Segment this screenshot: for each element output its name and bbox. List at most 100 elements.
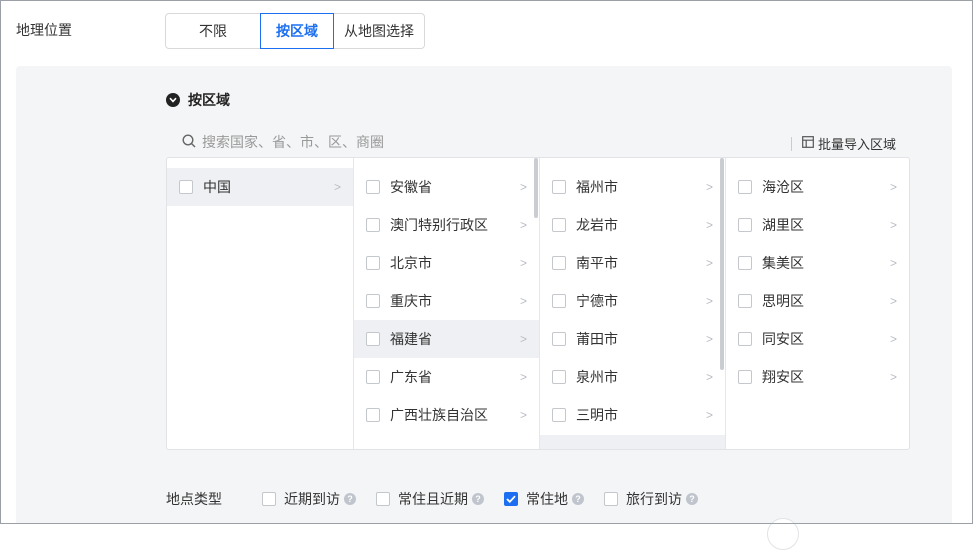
- region-section-title-text: 按区域: [188, 92, 230, 108]
- checkbox[interactable]: [738, 256, 752, 270]
- chevron-right-icon: >: [705, 408, 713, 422]
- checkbox[interactable]: [366, 408, 380, 422]
- cascader-option[interactable]: 海沧区 >: [726, 168, 909, 206]
- cascader-option[interactable]: 翔安区 >: [726, 358, 909, 396]
- location-type-label: 地点类型: [166, 491, 222, 507]
- checkbox[interactable]: [376, 492, 390, 506]
- chevron-right-icon: >: [519, 332, 527, 346]
- cascader-option[interactable]: 湖里区 >: [726, 206, 909, 244]
- location-type-resident-recent[interactable]: 常住且近期 ?: [376, 489, 484, 509]
- checkbox[interactable]: [552, 180, 566, 194]
- checkbox[interactable]: [738, 218, 752, 232]
- checkbox[interactable]: [366, 256, 380, 270]
- cascader-option[interactable]: 重庆市 >: [354, 282, 539, 320]
- cascader-option[interactable]: 莆田市 >: [540, 320, 725, 358]
- checkbox[interactable]: [366, 332, 380, 346]
- cascader-option[interactable]: 南平市 >: [540, 244, 725, 282]
- checkbox[interactable]: [366, 370, 380, 384]
- option-label: 三明市: [576, 407, 618, 423]
- cascader-option[interactable]: 思明区 >: [726, 282, 909, 320]
- cascader-option[interactable]: 广东省 >: [354, 358, 539, 396]
- option-label: 福州市: [576, 179, 618, 195]
- checkbox[interactable]: [179, 180, 193, 194]
- option-label: 集美区: [762, 255, 804, 271]
- cascader-option[interactable]: 福州市 >: [540, 168, 725, 206]
- option-label: 南平市: [576, 255, 618, 271]
- search-icon: [182, 133, 202, 151]
- option-label: 宁德市: [576, 293, 618, 309]
- region-panel: 按区域 搜索国家、省、市、区、商圈 批量导入区域 中国 > 安徽省 > 澳门特别行…: [16, 66, 952, 524]
- cascader-column-city: 福州市 > 龙岩市 > 南平市 > 宁德市 > 莆田市 > 泉州市 > 三明市 >: [540, 158, 726, 449]
- cascader-option[interactable]: 北京市 >: [354, 244, 539, 282]
- cascader-option[interactable]: 同安区 >: [726, 320, 909, 358]
- checkbox[interactable]: [366, 218, 380, 232]
- collapse-chevron-icon: [166, 93, 180, 107]
- cascader-option[interactable]: 澳门特别行政区 >: [354, 206, 539, 244]
- scrollbar[interactable]: [534, 158, 538, 218]
- checkbox[interactable]: [552, 332, 566, 346]
- checkbox[interactable]: [738, 294, 752, 308]
- cascader-option[interactable]: 广西壮族自治区 >: [354, 396, 539, 434]
- option-label: 泉州市: [576, 369, 618, 385]
- option-label: 湖里区: [762, 217, 804, 233]
- option-label: 旅行到访: [626, 491, 682, 507]
- option-label: 北京市: [390, 255, 432, 271]
- option-label: 常住地: [526, 491, 568, 507]
- cascader-option[interactable]: 集美区 >: [726, 244, 909, 282]
- help-circle-icon[interactable]: ?: [344, 493, 356, 505]
- cascader-option[interactable]: 中国 >: [167, 168, 353, 206]
- chevron-right-icon: >: [705, 294, 713, 308]
- checkbox-checked[interactable]: [504, 492, 518, 506]
- checkbox[interactable]: [552, 256, 566, 270]
- checkbox[interactable]: [552, 294, 566, 308]
- checkbox[interactable]: [366, 180, 380, 194]
- chevron-right-icon: >: [889, 256, 897, 270]
- batch-import-button[interactable]: 批量导入区域: [790, 134, 896, 153]
- chevron-right-icon: >: [519, 294, 527, 308]
- chevron-right-icon: >: [519, 370, 527, 384]
- geo-location-label: 地理位置: [16, 22, 72, 38]
- checkbox[interactable]: [738, 180, 752, 194]
- location-type-resident[interactable]: 常住地 ?: [504, 489, 584, 509]
- cascader-option[interactable]: 龙岩市 >: [540, 206, 725, 244]
- checkmark-icon: [506, 495, 516, 503]
- region-search-input[interactable]: 搜索国家、省、市、区、商圈: [202, 132, 384, 152]
- help-circle-icon[interactable]: ?: [572, 493, 584, 505]
- checkbox[interactable]: [552, 408, 566, 422]
- checkbox[interactable]: [738, 370, 752, 384]
- option-label: 澳门特别行政区: [390, 217, 488, 233]
- help-circle-icon[interactable]: ?: [686, 493, 698, 505]
- chevron-right-icon: >: [705, 370, 713, 384]
- checkbox[interactable]: [738, 332, 752, 346]
- floating-button-peek[interactable]: [767, 518, 799, 550]
- option-label: 广东省: [390, 369, 432, 385]
- table-icon: [802, 136, 818, 151]
- help-circle-icon[interactable]: ?: [472, 493, 484, 505]
- cascader-option[interactable]: 宁德市 >: [540, 282, 725, 320]
- geo-option-unlimited[interactable]: 不限: [165, 13, 261, 49]
- option-label: 龙岩市: [576, 217, 618, 233]
- region-section-title[interactable]: 按区域: [166, 90, 230, 110]
- region-search[interactable]: 搜索国家、省、市、区、商圈: [182, 132, 384, 152]
- scrollbar[interactable]: [720, 158, 724, 370]
- cascader-column-district: 海沧区 > 湖里区 > 集美区 > 思明区 > 同安区 > 翔安区 >: [726, 158, 909, 449]
- location-type-row: 地点类型 近期到访 ? 常住且近期 ? 常住地 ? 旅行到访 ?: [166, 489, 718, 509]
- checkbox[interactable]: [552, 370, 566, 384]
- cascader-option[interactable]: 安徽省 >: [354, 168, 539, 206]
- option-label: 重庆市: [390, 293, 432, 309]
- checkbox[interactable]: [552, 218, 566, 232]
- checkbox[interactable]: [604, 492, 618, 506]
- chevron-right-icon: >: [889, 370, 897, 384]
- location-type-recent-visit[interactable]: 近期到访 ?: [262, 489, 356, 509]
- option-label: 海沧区: [762, 179, 804, 195]
- cascader-option[interactable]: 福建省 >: [354, 320, 539, 358]
- next-option-peek: [540, 435, 725, 449]
- location-type-travel-visit[interactable]: 旅行到访 ?: [604, 489, 698, 509]
- cascader-option[interactable]: 三明市 >: [540, 396, 725, 434]
- geo-option-by-region[interactable]: 按区域: [260, 13, 334, 49]
- checkbox[interactable]: [262, 492, 276, 506]
- chevron-right-icon: >: [519, 408, 527, 422]
- cascader-option[interactable]: 泉州市 >: [540, 358, 725, 396]
- checkbox[interactable]: [366, 294, 380, 308]
- geo-option-from-map[interactable]: 从地图选择: [333, 13, 425, 49]
